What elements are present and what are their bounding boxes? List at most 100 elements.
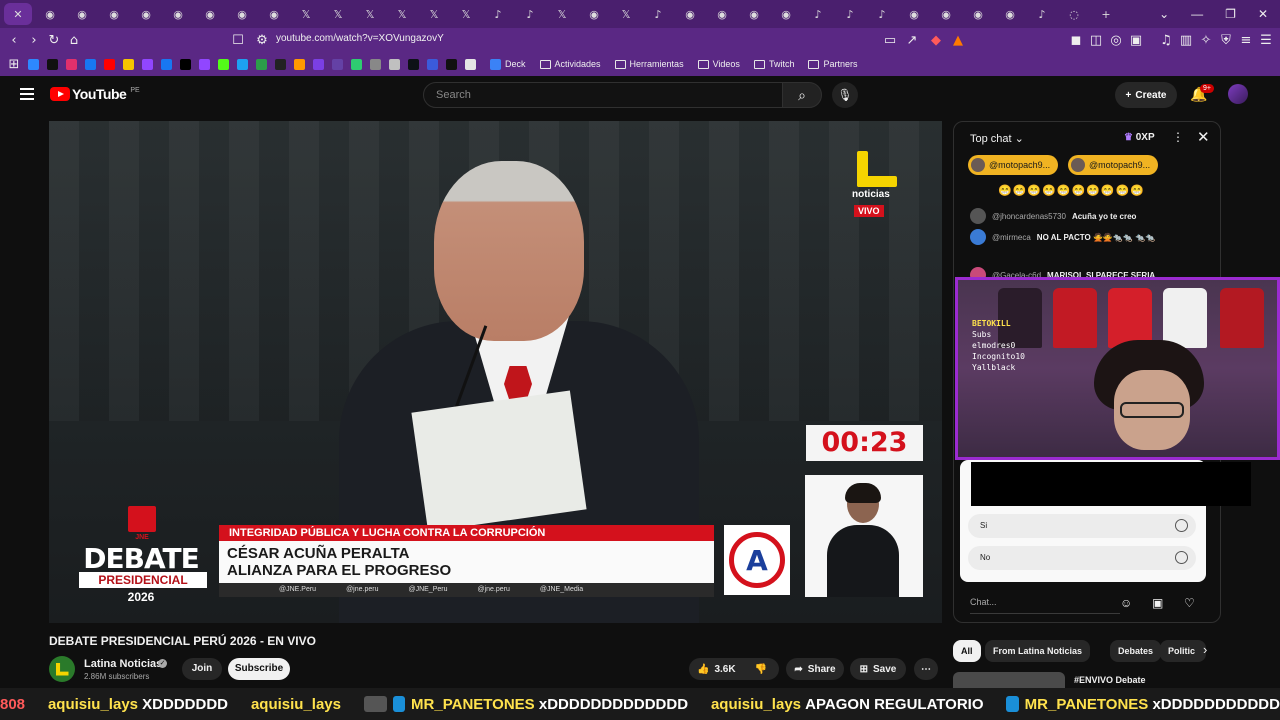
bookmark-favicon-icon[interactable]	[199, 58, 210, 70]
chat-mode-dropdown[interactable]: Top chat ⌄	[970, 132, 1024, 145]
search-icon[interactable]: ⌕	[782, 82, 822, 108]
filter-chip-politics[interactable]: Politic	[1160, 640, 1206, 662]
emoji-icon[interactable]: ☺	[1120, 596, 1132, 610]
tab-active[interactable]: ✕	[4, 3, 32, 25]
poll-option-no[interactable]: No	[968, 546, 1196, 570]
bookmark-folder-twitch[interactable]: Twitch	[753, 59, 794, 69]
bookmark-folder-actividades[interactable]: Actividades	[539, 59, 601, 69]
shield-icon[interactable]: ⛨	[1216, 33, 1236, 48]
chevron-right-icon[interactable]: ›	[1203, 642, 1207, 657]
hamburger-menu-icon[interactable]	[20, 88, 34, 100]
tab-youtube[interactable]: ◉	[164, 3, 192, 25]
tab-x[interactable]: 𝕏	[548, 3, 576, 25]
tab-youtube[interactable]: ◉	[740, 3, 768, 25]
tab-x[interactable]: 𝕏	[420, 3, 448, 25]
tab-x[interactable]: 𝕏	[292, 3, 320, 25]
filter-chip-channel[interactable]: From Latina Noticias	[985, 640, 1091, 662]
bookmark-icon[interactable]: ☐	[228, 33, 248, 48]
bookmark-favicon-icon[interactable]	[161, 58, 172, 70]
puzzle-icon[interactable]: ✧	[1196, 33, 1216, 48]
tab-youtube[interactable]: ◉	[132, 3, 160, 25]
close-icon[interactable]: ✕	[1258, 7, 1268, 21]
tab-x[interactable]: 𝕏	[452, 3, 480, 25]
super-chat-icon[interactable]: ▣	[1152, 596, 1163, 610]
bookmark-favicon-icon[interactable]	[28, 58, 39, 70]
save-button[interactable]: ⊞ Save	[850, 658, 906, 680]
restore-icon[interactable]: ❐	[1225, 7, 1236, 21]
home-icon[interactable]: ⌂	[64, 33, 84, 48]
video-player[interactable]: noticias VIVO 00:23 JNE DEBATE PRESIDENC…	[49, 121, 942, 623]
bookmark-favicon-icon[interactable]	[427, 58, 438, 70]
bookmark-folder-videos[interactable]: Videos	[697, 59, 740, 69]
url-field[interactable]: youtube.com/watch?v=XOVungazovY	[276, 33, 444, 44]
avatar[interactable]	[1228, 84, 1248, 104]
tab-tiktok[interactable]: ♪	[516, 3, 544, 25]
bookmark-folder-partners[interactable]: Partners	[808, 59, 857, 69]
tab-tiktok[interactable]: ♪	[804, 3, 832, 25]
tab-youtube[interactable]: ◉	[900, 3, 928, 25]
new-tab-icon[interactable]: +	[1092, 3, 1120, 25]
sidebar-icon[interactable]: ▥	[1176, 33, 1196, 48]
site-info-icon[interactable]: ⚙	[252, 33, 272, 48]
bookmark-favicon-icon[interactable]	[465, 58, 476, 70]
music-icon[interactable]: ♫	[1156, 33, 1176, 48]
tab-youtube[interactable]: ◉	[260, 3, 288, 25]
related-video-thumbnail[interactable]	[953, 672, 1065, 688]
share-button[interactable]: ➦ Share	[786, 658, 844, 680]
brave-shield-icon[interactable]: ◆	[926, 33, 946, 48]
kick-icon[interactable]	[218, 58, 229, 70]
dislike-icon[interactable]: 👎	[755, 664, 767, 675]
apps-grid-icon[interactable]: ⊞	[8, 57, 20, 72]
microphone-icon[interactable]: 🎙	[832, 82, 858, 108]
share-icon[interactable]: ↗	[902, 33, 922, 48]
tab-generic[interactable]: ◌	[1060, 3, 1088, 25]
tab-youtube[interactable]: ◉	[228, 3, 256, 25]
facebook-icon[interactable]	[85, 58, 96, 70]
youtube-icon[interactable]	[104, 58, 115, 70]
search-input[interactable]: Search	[423, 82, 783, 108]
extension-icon[interactable]: ◎	[1106, 33, 1126, 48]
tab-x[interactable]: 𝕏	[356, 3, 384, 25]
tiktok-icon[interactable]	[47, 58, 58, 70]
tab-youtube[interactable]: ◉	[772, 3, 800, 25]
tab-x[interactable]: 𝕏	[324, 3, 352, 25]
tab-youtube[interactable]: ◉	[196, 3, 224, 25]
bookmark-favicon-icon[interactable]	[275, 58, 286, 70]
bookmark-favicon-icon[interactable]	[123, 58, 134, 70]
extension-icon[interactable]: ▣	[1126, 33, 1146, 48]
tab-tiktok[interactable]: ♪	[836, 3, 864, 25]
subscribe-button[interactable]: Subscribe	[228, 658, 290, 680]
heart-icon[interactable]: ♡	[1184, 596, 1195, 610]
tab-youtube[interactable]: ◉	[580, 3, 608, 25]
bookmark-favicon-icon[interactable]	[351, 58, 362, 70]
bookmark-favicon-icon[interactable]	[237, 58, 248, 70]
tab-tiktok[interactable]: ♪	[1028, 3, 1056, 25]
tab-x[interactable]: 𝕏	[388, 3, 416, 25]
bookmark-favicon-icon[interactable]	[294, 58, 305, 70]
tab-tiktok[interactable]: ♪	[868, 3, 896, 25]
tab-youtube[interactable]: ◉	[36, 3, 64, 25]
tab-youtube[interactable]: ◉	[676, 3, 704, 25]
extension-icon[interactable]: ◫	[1086, 33, 1106, 48]
tab-youtube[interactable]: ◉	[68, 3, 96, 25]
pinned-donation-chip[interactable]: @motopach9...	[968, 155, 1059, 175]
wallet-icon[interactable]: ≡	[1236, 33, 1256, 48]
youtube-logo[interactable]: YouTube PE	[50, 86, 140, 102]
like-icon[interactable]: 👍	[697, 664, 709, 675]
bookmark-favicon-icon[interactable]	[313, 58, 324, 70]
like-count[interactable]: 3.6K	[714, 664, 735, 675]
minimize-icon[interactable]: —	[1191, 7, 1203, 21]
tab-youtube[interactable]: ◉	[964, 3, 992, 25]
create-button[interactable]: + Create	[1115, 82, 1177, 108]
tab-youtube[interactable]: ◉	[996, 3, 1024, 25]
bookmark-favicon-icon[interactable]	[446, 58, 457, 70]
back-icon[interactable]: ‹	[4, 33, 24, 48]
cast-icon[interactable]: ▭	[880, 33, 900, 48]
close-icon[interactable]: ✕	[1197, 128, 1210, 146]
forward-icon[interactable]: ›	[24, 33, 44, 48]
bookmark-favicon-icon[interactable]	[389, 58, 400, 70]
bookmark-favicon-icon[interactable]	[256, 58, 267, 70]
pinned-donation-chip[interactable]: @motopach9...	[1068, 155, 1159, 175]
bookmark-favicon-icon[interactable]	[408, 58, 419, 70]
tab-youtube[interactable]: ◉	[100, 3, 128, 25]
